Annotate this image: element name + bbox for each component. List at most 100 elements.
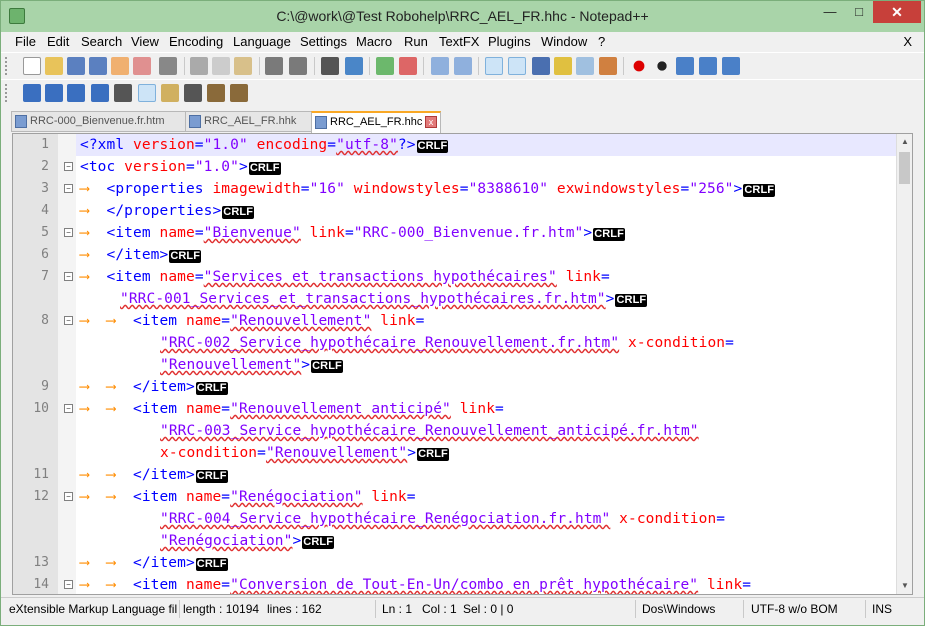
minimize-button[interactable]: — [815,1,845,23]
hammer-two-icon[interactable] [230,84,248,102]
close-file-icon[interactable] [111,57,129,75]
replace-icon[interactable] [345,57,363,75]
file-icon [15,115,27,128]
move-down-icon[interactable] [67,84,85,102]
indent-guide-icon[interactable] [532,57,550,75]
menu-search[interactable]: Search [81,34,122,49]
function-list-icon[interactable] [599,57,617,75]
crlf-marker: CRLF [195,558,228,571]
status-file-type: eXtensible Markup Language fil [9,602,178,616]
paste-icon[interactable] [234,57,252,75]
menu-edit[interactable]: Edit [47,34,69,49]
toolbar-grip[interactable] [5,57,8,75]
open-file-icon[interactable] [45,57,63,75]
fold-collapse-icon[interactable]: − [64,580,73,589]
crlf-marker: CRLF [416,140,449,153]
fold-collapse-icon[interactable]: − [64,316,73,325]
vertical-scrollbar[interactable]: ▲ ▼ [896,134,912,594]
move-top-icon[interactable] [23,84,41,102]
scroll-up-icon[interactable]: ▲ [897,134,912,150]
udl-icon[interactable] [554,57,572,75]
code-line-wrapped: "Renouvellement"> CRLF [160,357,343,373]
status-insert-mode: INS [872,602,893,616]
stop-macro-icon[interactable] [653,57,671,75]
menu-settings[interactable]: Settings [300,34,347,49]
record-macro-icon[interactable] [630,57,648,75]
sync-horizontal-icon[interactable] [454,57,472,75]
spell-options-icon[interactable] [161,84,179,102]
text-editor[interactable]: 1 2 3 4 5 6 7 8 9 10 11 12 13 14 − − − −… [12,133,913,595]
print-icon[interactable] [159,57,177,75]
zoom-out-icon[interactable] [399,57,417,75]
menu-textfx[interactable]: TextFX [439,34,479,49]
crlf-marker: CRLF [222,206,255,219]
redo-icon[interactable] [289,57,307,75]
menu-macro[interactable]: Macro [356,34,392,49]
scroll-down-icon[interactable]: ▼ [897,578,912,594]
line-number: 13 [33,555,49,570]
document-tab-bar: RRC-000_Bienvenue.fr.htm RRC_AEL_FR.hhk … [1,108,924,133]
move-bottom-icon[interactable] [91,84,109,102]
dropdown-arrow-icon[interactable] [114,84,132,102]
line-number: 1 [41,137,49,152]
menu-file[interactable]: File [15,34,36,49]
line-number: 14 [33,577,49,592]
play-macro-icon[interactable] [676,57,694,75]
show-all-characters-icon[interactable] [508,57,526,75]
scrollbar-thumb[interactable] [899,152,910,184]
find-icon[interactable] [321,57,339,75]
fold-collapse-icon[interactable]: − [64,228,73,237]
code-line: ⟶ </properties> CRLF [80,203,255,219]
copy-icon[interactable] [212,57,230,75]
menu-window[interactable]: Window [541,34,587,49]
document-map-icon[interactable] [576,57,594,75]
menu-view[interactable]: View [131,34,159,49]
tab-label: RRC-000_Bienvenue.fr.htm [30,115,165,127]
new-file-icon[interactable] [23,57,41,75]
tab-close-icon[interactable]: x [425,116,437,128]
keyboard-icon[interactable] [184,84,202,102]
fold-collapse-icon[interactable]: − [64,162,73,171]
status-eol-format[interactable]: Dos\Windows [642,602,715,616]
tab-rrc-000[interactable]: RRC-000_Bienvenue.fr.htm [11,111,186,132]
menu-help[interactable]: ? [598,34,605,49]
title-bar[interactable]: C:\@work\@Test Robohelp\RRC_AEL_FR.hhc -… [1,1,924,32]
close-document-x[interactable]: X [903,34,912,49]
run-macro-multiple-icon[interactable] [699,57,717,75]
move-up-icon[interactable] [45,84,63,102]
code-line: ⟶ ⟶ </item> CRLF [80,379,228,395]
status-encoding[interactable]: UTF-8 w/o BOM [751,602,838,616]
toolbar-grip[interactable] [5,84,8,102]
spell-check-icon[interactable] [138,84,156,102]
save-macro-icon[interactable] [722,57,740,75]
tab-rrc-ael-hhc[interactable]: RRC_AEL_FR.hhc x [311,111,441,133]
undo-icon[interactable] [265,57,283,75]
secondary-toolbar [1,79,924,105]
hammer-icon[interactable] [207,84,225,102]
window-title: C:\@work\@Test Robohelp\RRC_AEL_FR.hhc -… [276,8,649,24]
crlf-marker: CRLF [248,162,281,175]
menu-plugins[interactable]: Plugins [488,34,531,49]
fold-collapse-icon[interactable]: − [64,272,73,281]
close-all-icon[interactable] [133,57,151,75]
menu-encoding[interactable]: Encoding [169,34,223,49]
tab-rrc-ael-hhk[interactable]: RRC_AEL_FR.hhk [185,111,312,132]
save-all-icon[interactable] [89,57,107,75]
line-number: 2 [41,159,49,174]
zoom-in-icon[interactable] [376,57,394,75]
close-button[interactable]: ✕ [873,1,921,23]
cut-icon[interactable] [190,57,208,75]
menu-run[interactable]: Run [404,34,428,49]
fold-margin[interactable] [58,134,76,594]
word-wrap-icon[interactable] [485,57,503,75]
menu-language[interactable]: Language [233,34,291,49]
fold-collapse-icon[interactable]: − [64,184,73,193]
maximize-button[interactable]: □ [844,1,874,23]
save-icon[interactable] [67,57,85,75]
line-number: 10 [33,401,49,416]
code-line: ⟶ ⟶ <item name="Renouvellement" link= [80,313,425,329]
fold-collapse-icon[interactable]: − [64,404,73,413]
sync-vertical-icon[interactable] [431,57,449,75]
fold-collapse-icon[interactable]: − [64,492,73,501]
toolbar-separator [314,57,315,75]
